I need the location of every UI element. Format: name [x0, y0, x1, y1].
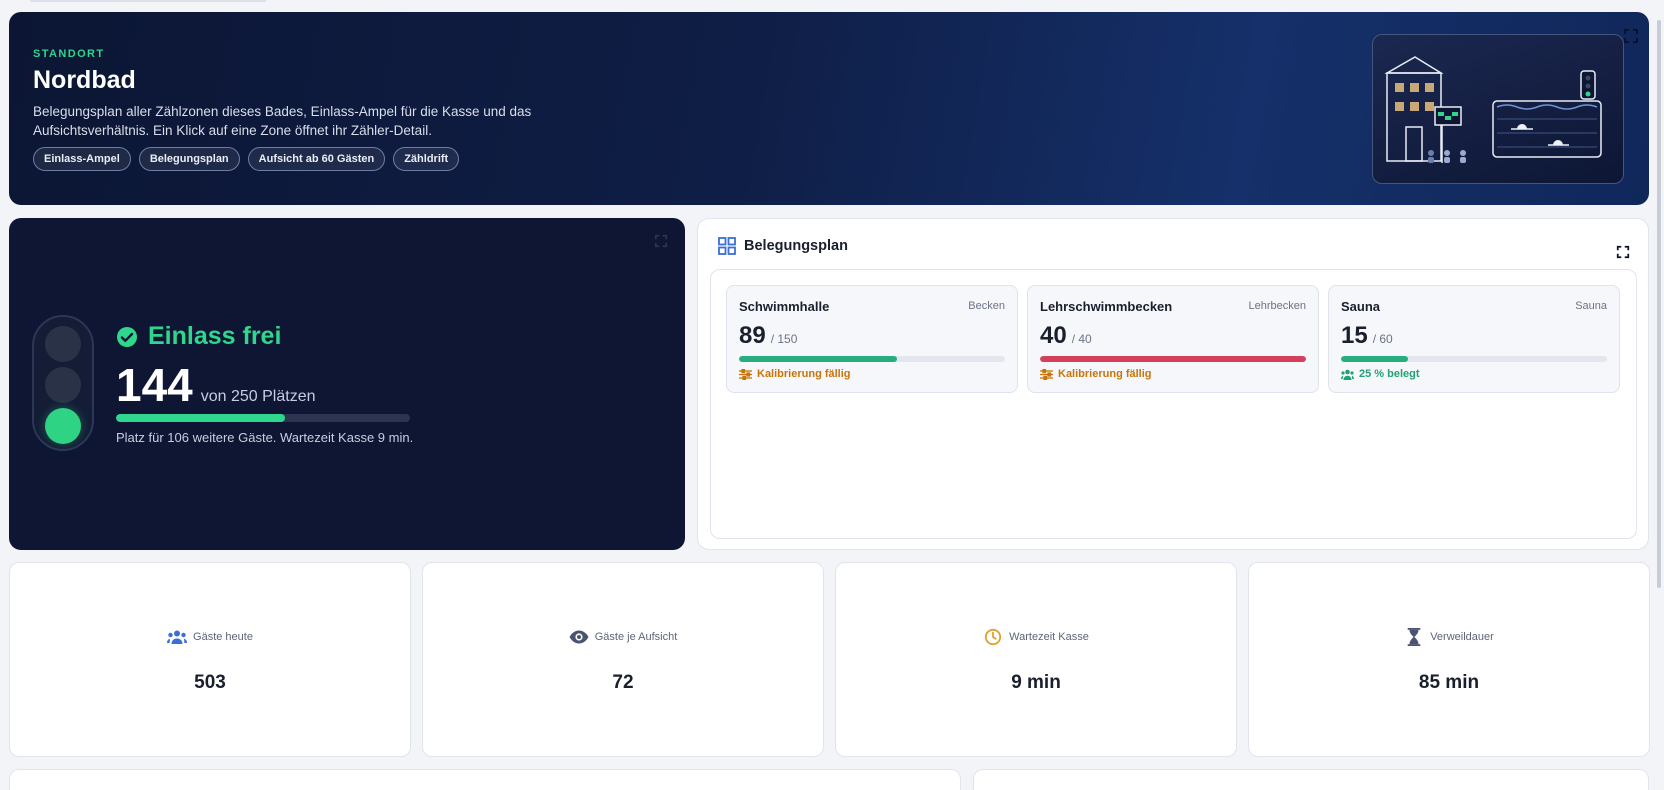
chip-einlass-ampel[interactable]: Einlass-Ampel: [33, 147, 131, 171]
kpi-checkout-wait: Wartezeit Kasse 9 min: [835, 562, 1237, 757]
scrollbar[interactable]: [1657, 20, 1661, 588]
kpi-value: 85 min: [1418, 672, 1480, 693]
zone-occupancy-fill: [739, 356, 897, 362]
zone-count: 40 / 40: [1040, 322, 1092, 350]
hero-chips: Einlass-Ampel Belegungsplan Aufsicht ab …: [33, 147, 460, 171]
zone-note-text: Kalibrierung fällig: [757, 368, 851, 380]
hourglass-icon: [1407, 628, 1421, 646]
zone-occupancy-bar: [1341, 356, 1607, 362]
kpi-guests-today: Gäste heute 503: [9, 562, 411, 757]
kpi-dwell-time: Verweildauer 85 min: [1248, 562, 1650, 757]
capacity-bar: [116, 414, 410, 422]
chip-belegungsplan[interactable]: Belegungsplan: [138, 147, 240, 171]
kpi-label: Verweildauer: [1430, 631, 1494, 643]
kpi-label: Wartezeit Kasse: [1009, 631, 1089, 643]
plan-title: Belegungsplan: [744, 238, 848, 254]
kpi-header: Gäste heute: [10, 628, 410, 646]
kpi-header: Verweildauer: [1249, 628, 1649, 646]
expand-icon[interactable]: [654, 234, 668, 248]
kpi-header: Wartezeit Kasse: [836, 628, 1236, 646]
zone-count: 15 / 60: [1341, 322, 1393, 350]
zone-type: Becken: [968, 300, 1005, 312]
check-circle-icon: [117, 326, 137, 347]
top-strip: [30, 0, 266, 2]
lamp-green: [45, 408, 81, 444]
entry-signal-card[interactable]: Einlass frei 144 von 250 Plätzen Platz f…: [9, 218, 685, 550]
zone-capacity: / 60: [1372, 332, 1393, 346]
traffic-light: [32, 315, 94, 451]
kpi-label: Gäste je Aufsicht: [594, 631, 678, 643]
zone-note-text: Kalibrierung fällig: [1058, 368, 1152, 380]
signal-note: Platz für 106 weitere Gäste. Wartezeit K…: [116, 430, 414, 445]
zone-count-value: 15: [1341, 322, 1368, 349]
hero-description: Belegungsplan aller Zählzonen dieses Bad…: [33, 104, 532, 138]
kpi-guests-per-supervisor: Gäste je Aufsicht 72: [422, 562, 824, 757]
zone-occupancy-bar: [739, 356, 1005, 362]
users-icon: [1341, 369, 1354, 380]
page-title: Nordbad: [33, 66, 136, 94]
zone-card-schwimmhalle[interactable]: Schwimmhalle Becken 89 / 150 Kalibrierun…: [726, 285, 1018, 393]
sliders-icon: [1040, 368, 1053, 380]
zone-capacity: / 40: [1071, 332, 1092, 346]
zone-occupancy-fill: [1040, 356, 1306, 362]
plan-header: Belegungsplan: [718, 237, 848, 255]
bottom-card-right: [973, 769, 1649, 790]
zone-card-lehrschwimmbecken[interactable]: Lehrschwimmbecken Lehrbecken 40 / 40 Kal…: [1027, 285, 1319, 393]
zone-name: Sauna: [1341, 299, 1381, 314]
zone-name: Schwimmhalle: [739, 299, 830, 314]
pool-building-illustration: [1372, 34, 1624, 184]
clock-icon: [985, 628, 1002, 646]
grid-icon: [718, 237, 736, 255]
zone-name: Lehrschwimmbecken: [1040, 299, 1173, 314]
expand-icon[interactable]: [1623, 28, 1639, 44]
capacity-bar-fill: [116, 414, 286, 422]
eye-icon: [569, 630, 589, 644]
kpi-header: Gäste je Aufsicht: [423, 628, 823, 646]
kpi-value: 503: [194, 672, 226, 693]
lamp-red: [45, 326, 81, 362]
zone-count-value: 40: [1040, 322, 1067, 349]
zone-count-value: 89: [739, 322, 766, 349]
expand-icon[interactable]: [1616, 245, 1630, 259]
sliders-icon: [739, 368, 752, 380]
zone-grid: Schwimmhalle Becken 89 / 150 Kalibrierun…: [710, 269, 1637, 539]
lamp-yellow: [45, 367, 81, 403]
zone-note: 25 % belegt: [1341, 368, 1420, 380]
kpi-value: 9 min: [1011, 672, 1061, 693]
count-suffix: von 250 Plätzen: [200, 388, 316, 405]
bottom-card-left: [9, 769, 961, 790]
count-value: 144: [116, 359, 193, 411]
guest-count: 144 von 250 Plätzen: [116, 358, 316, 412]
kpi-value: 72: [612, 672, 634, 693]
hero-label: STANDORT: [33, 48, 105, 60]
zone-count: 89 / 150: [739, 322, 797, 350]
zone-note-text: 25 % belegt: [1359, 368, 1420, 380]
kpi-label: Gäste heute: [193, 631, 253, 643]
zone-card-sauna[interactable]: Sauna Sauna 15 / 60 25 % belegt: [1328, 285, 1620, 393]
zone-occupancy-bar: [1040, 356, 1306, 362]
zone-occupancy-fill: [1341, 356, 1408, 362]
occupancy-plan-card: Belegungsplan Schwimmhalle Becken 89 / 1…: [697, 218, 1649, 550]
zone-note: Kalibrierung fällig: [739, 368, 851, 380]
zone-capacity: / 150: [770, 332, 798, 346]
location-hero: STANDORT Nordbad Belegungsplan aller Zäh…: [9, 12, 1649, 205]
users-icon: [167, 630, 188, 644]
chip-aufsicht[interactable]: Aufsicht ab 60 Gästen: [247, 147, 386, 171]
chip-zaehldrift[interactable]: Zähldrift: [393, 147, 460, 171]
zone-type: Sauna: [1575, 300, 1607, 312]
zone-type: Lehrbecken: [1248, 300, 1307, 312]
status-text: Einlass frei: [148, 322, 282, 350]
zone-note: Kalibrierung fällig: [1040, 368, 1152, 380]
entry-status: Einlass frei: [116, 322, 281, 351]
